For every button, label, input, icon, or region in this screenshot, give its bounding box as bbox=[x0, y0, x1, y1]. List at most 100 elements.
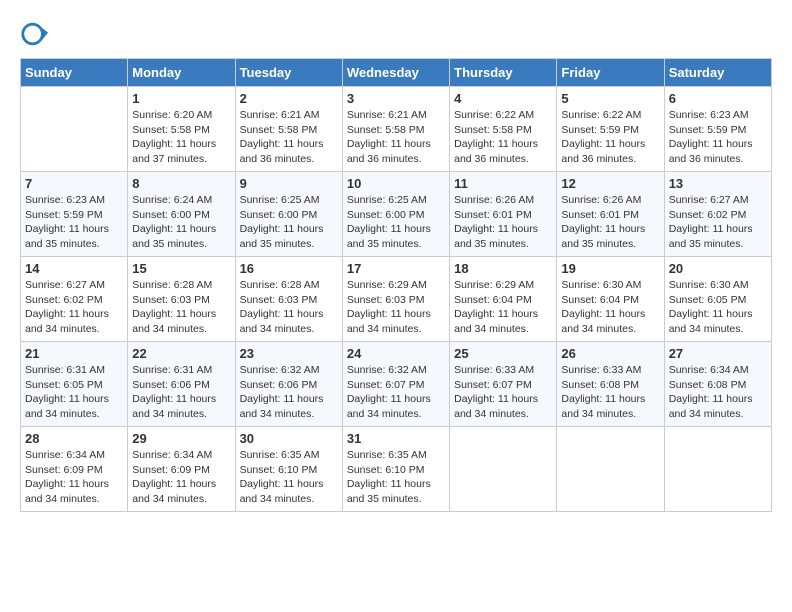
calendar-cell: 23 Sunrise: 6:32 AM Sunset: 6:06 PM Dayli… bbox=[235, 342, 342, 427]
week-row-1: 1 Sunrise: 6:20 AM Sunset: 5:58 PM Daylig… bbox=[21, 87, 772, 172]
day-number: 15 bbox=[132, 261, 230, 276]
calendar-cell: 17 Sunrise: 6:29 AM Sunset: 6:03 PM Dayli… bbox=[342, 257, 449, 342]
day-info: Sunrise: 6:32 AM Sunset: 6:06 PM Dayligh… bbox=[240, 363, 338, 422]
day-info: Sunrise: 6:26 AM Sunset: 6:01 PM Dayligh… bbox=[454, 193, 552, 252]
day-number: 21 bbox=[25, 346, 123, 361]
day-info: Sunrise: 6:34 AM Sunset: 6:09 PM Dayligh… bbox=[132, 448, 230, 507]
day-info: Sunrise: 6:25 AM Sunset: 6:00 PM Dayligh… bbox=[240, 193, 338, 252]
day-number: 24 bbox=[347, 346, 445, 361]
day-info: Sunrise: 6:34 AM Sunset: 6:08 PM Dayligh… bbox=[669, 363, 767, 422]
day-info: Sunrise: 6:33 AM Sunset: 6:08 PM Dayligh… bbox=[561, 363, 659, 422]
day-number: 12 bbox=[561, 176, 659, 191]
header-cell-tuesday: Tuesday bbox=[235, 59, 342, 87]
calendar-cell: 26 Sunrise: 6:33 AM Sunset: 6:08 PM Dayli… bbox=[557, 342, 664, 427]
calendar-cell: 21 Sunrise: 6:31 AM Sunset: 6:05 PM Dayli… bbox=[21, 342, 128, 427]
calendar-cell: 8 Sunrise: 6:24 AM Sunset: 6:00 PM Daylig… bbox=[128, 172, 235, 257]
day-info: Sunrise: 6:24 AM Sunset: 6:00 PM Dayligh… bbox=[132, 193, 230, 252]
day-info: Sunrise: 6:25 AM Sunset: 6:00 PM Dayligh… bbox=[347, 193, 445, 252]
day-info: Sunrise: 6:35 AM Sunset: 6:10 PM Dayligh… bbox=[240, 448, 338, 507]
calendar-cell: 4Sunrise: 6:22 AM Sunset: 5:58 PM Daylig… bbox=[450, 87, 557, 172]
calendar-cell: 28 Sunrise: 6:34 AM Sunset: 6:09 PM Dayli… bbox=[21, 427, 128, 512]
day-number: 27 bbox=[669, 346, 767, 361]
day-number: 7 bbox=[25, 176, 123, 191]
calendar-cell bbox=[664, 427, 771, 512]
day-number: 5 bbox=[561, 91, 659, 106]
day-info: Sunrise: 6:28 AM Sunset: 6:03 PM Dayligh… bbox=[132, 278, 230, 337]
day-number: 3 bbox=[347, 91, 445, 106]
calendar-cell: 12 Sunrise: 6:26 AM Sunset: 6:01 PM Dayli… bbox=[557, 172, 664, 257]
day-info: Sunrise: 6:34 AM Sunset: 6:09 PM Dayligh… bbox=[25, 448, 123, 507]
day-number: 30 bbox=[240, 431, 338, 446]
calendar-cell: 11 Sunrise: 6:26 AM Sunset: 6:01 PM Dayli… bbox=[450, 172, 557, 257]
day-number: 11 bbox=[454, 176, 552, 191]
day-info: Sunrise: 6:31 AM Sunset: 6:05 PM Dayligh… bbox=[25, 363, 123, 422]
calendar-cell bbox=[450, 427, 557, 512]
week-row-4: 21 Sunrise: 6:31 AM Sunset: 6:05 PM Dayli… bbox=[21, 342, 772, 427]
calendar-cell: 22 Sunrise: 6:31 AM Sunset: 6:06 PM Dayli… bbox=[128, 342, 235, 427]
day-info: Sunrise: 6:28 AM Sunset: 6:03 PM Dayligh… bbox=[240, 278, 338, 337]
day-info: Sunrise: 6:31 AM Sunset: 6:06 PM Dayligh… bbox=[132, 363, 230, 422]
calendar-cell: 19Sunrise: 6:30 AM Sunset: 6:04 PM Dayli… bbox=[557, 257, 664, 342]
day-info: Sunrise: 6:20 AM Sunset: 5:58 PM Dayligh… bbox=[132, 108, 230, 167]
page-header bbox=[20, 20, 772, 48]
calendar-cell: 25Sunrise: 6:33 AM Sunset: 6:07 PM Dayli… bbox=[450, 342, 557, 427]
day-info: Sunrise: 6:23 AM Sunset: 5:59 PM Dayligh… bbox=[25, 193, 123, 252]
calendar-cell: 9 Sunrise: 6:25 AM Sunset: 6:00 PM Daylig… bbox=[235, 172, 342, 257]
day-number: 13 bbox=[669, 176, 767, 191]
calendar-cell: 29 Sunrise: 6:34 AM Sunset: 6:09 PM Dayli… bbox=[128, 427, 235, 512]
day-info: Sunrise: 6:27 AM Sunset: 6:02 PM Dayligh… bbox=[25, 278, 123, 337]
day-number: 17 bbox=[347, 261, 445, 276]
calendar-cell: 6Sunrise: 6:23 AM Sunset: 5:59 PM Daylig… bbox=[664, 87, 771, 172]
calendar-cell: 14 Sunrise: 6:27 AM Sunset: 6:02 PM Dayli… bbox=[21, 257, 128, 342]
calendar-cell: 13 Sunrise: 6:27 AM Sunset: 6:02 PM Dayli… bbox=[664, 172, 771, 257]
day-info: Sunrise: 6:30 AM Sunset: 6:05 PM Dayligh… bbox=[669, 278, 767, 337]
header-cell-monday: Monday bbox=[128, 59, 235, 87]
calendar-body: 1 Sunrise: 6:20 AM Sunset: 5:58 PM Daylig… bbox=[21, 87, 772, 512]
calendar-cell: 20Sunrise: 6:30 AM Sunset: 6:05 PM Dayli… bbox=[664, 257, 771, 342]
header-cell-wednesday: Wednesday bbox=[342, 59, 449, 87]
day-number: 26 bbox=[561, 346, 659, 361]
day-number: 19 bbox=[561, 261, 659, 276]
day-number: 9 bbox=[240, 176, 338, 191]
day-info: Sunrise: 6:32 AM Sunset: 6:07 PM Dayligh… bbox=[347, 363, 445, 422]
week-row-2: 7 Sunrise: 6:23 AM Sunset: 5:59 PM Daylig… bbox=[21, 172, 772, 257]
calendar-cell: 16 Sunrise: 6:28 AM Sunset: 6:03 PM Dayli… bbox=[235, 257, 342, 342]
header-cell-saturday: Saturday bbox=[664, 59, 771, 87]
day-number: 14 bbox=[25, 261, 123, 276]
calendar-cell: 31Sunrise: 6:35 AM Sunset: 6:10 PM Dayli… bbox=[342, 427, 449, 512]
calendar-cell: 5Sunrise: 6:22 AM Sunset: 5:59 PM Daylig… bbox=[557, 87, 664, 172]
day-info: Sunrise: 6:21 AM Sunset: 5:58 PM Dayligh… bbox=[347, 108, 445, 167]
calendar-cell: 30 Sunrise: 6:35 AM Sunset: 6:10 PM Dayli… bbox=[235, 427, 342, 512]
day-number: 22 bbox=[132, 346, 230, 361]
calendar-cell: 24 Sunrise: 6:32 AM Sunset: 6:07 PM Dayli… bbox=[342, 342, 449, 427]
day-info: Sunrise: 6:29 AM Sunset: 6:04 PM Dayligh… bbox=[454, 278, 552, 337]
week-row-3: 14 Sunrise: 6:27 AM Sunset: 6:02 PM Dayli… bbox=[21, 257, 772, 342]
calendar-cell: 18Sunrise: 6:29 AM Sunset: 6:04 PM Dayli… bbox=[450, 257, 557, 342]
calendar-cell bbox=[21, 87, 128, 172]
day-info: Sunrise: 6:21 AM Sunset: 5:58 PM Dayligh… bbox=[240, 108, 338, 167]
week-row-5: 28 Sunrise: 6:34 AM Sunset: 6:09 PM Dayli… bbox=[21, 427, 772, 512]
calendar-cell: 15 Sunrise: 6:28 AM Sunset: 6:03 PM Dayli… bbox=[128, 257, 235, 342]
header-cell-thursday: Thursday bbox=[450, 59, 557, 87]
calendar-cell: 1 Sunrise: 6:20 AM Sunset: 5:58 PM Daylig… bbox=[128, 87, 235, 172]
calendar-header: SundayMondayTuesdayWednesdayThursdayFrid… bbox=[21, 59, 772, 87]
day-number: 1 bbox=[132, 91, 230, 106]
day-number: 25 bbox=[454, 346, 552, 361]
day-info: Sunrise: 6:26 AM Sunset: 6:01 PM Dayligh… bbox=[561, 193, 659, 252]
day-number: 8 bbox=[132, 176, 230, 191]
day-number: 31 bbox=[347, 431, 445, 446]
calendar-cell: 3 Sunrise: 6:21 AM Sunset: 5:58 PM Daylig… bbox=[342, 87, 449, 172]
day-number: 16 bbox=[240, 261, 338, 276]
calendar-table: SundayMondayTuesdayWednesdayThursdayFrid… bbox=[20, 58, 772, 512]
day-number: 29 bbox=[132, 431, 230, 446]
day-number: 2 bbox=[240, 91, 338, 106]
day-number: 28 bbox=[25, 431, 123, 446]
calendar-cell: 7 Sunrise: 6:23 AM Sunset: 5:59 PM Daylig… bbox=[21, 172, 128, 257]
day-info: Sunrise: 6:29 AM Sunset: 6:03 PM Dayligh… bbox=[347, 278, 445, 337]
day-number: 10 bbox=[347, 176, 445, 191]
header-row: SundayMondayTuesdayWednesdayThursdayFrid… bbox=[21, 59, 772, 87]
day-info: Sunrise: 6:23 AM Sunset: 5:59 PM Dayligh… bbox=[669, 108, 767, 167]
calendar-cell bbox=[557, 427, 664, 512]
day-info: Sunrise: 6:27 AM Sunset: 6:02 PM Dayligh… bbox=[669, 193, 767, 252]
day-number: 23 bbox=[240, 346, 338, 361]
